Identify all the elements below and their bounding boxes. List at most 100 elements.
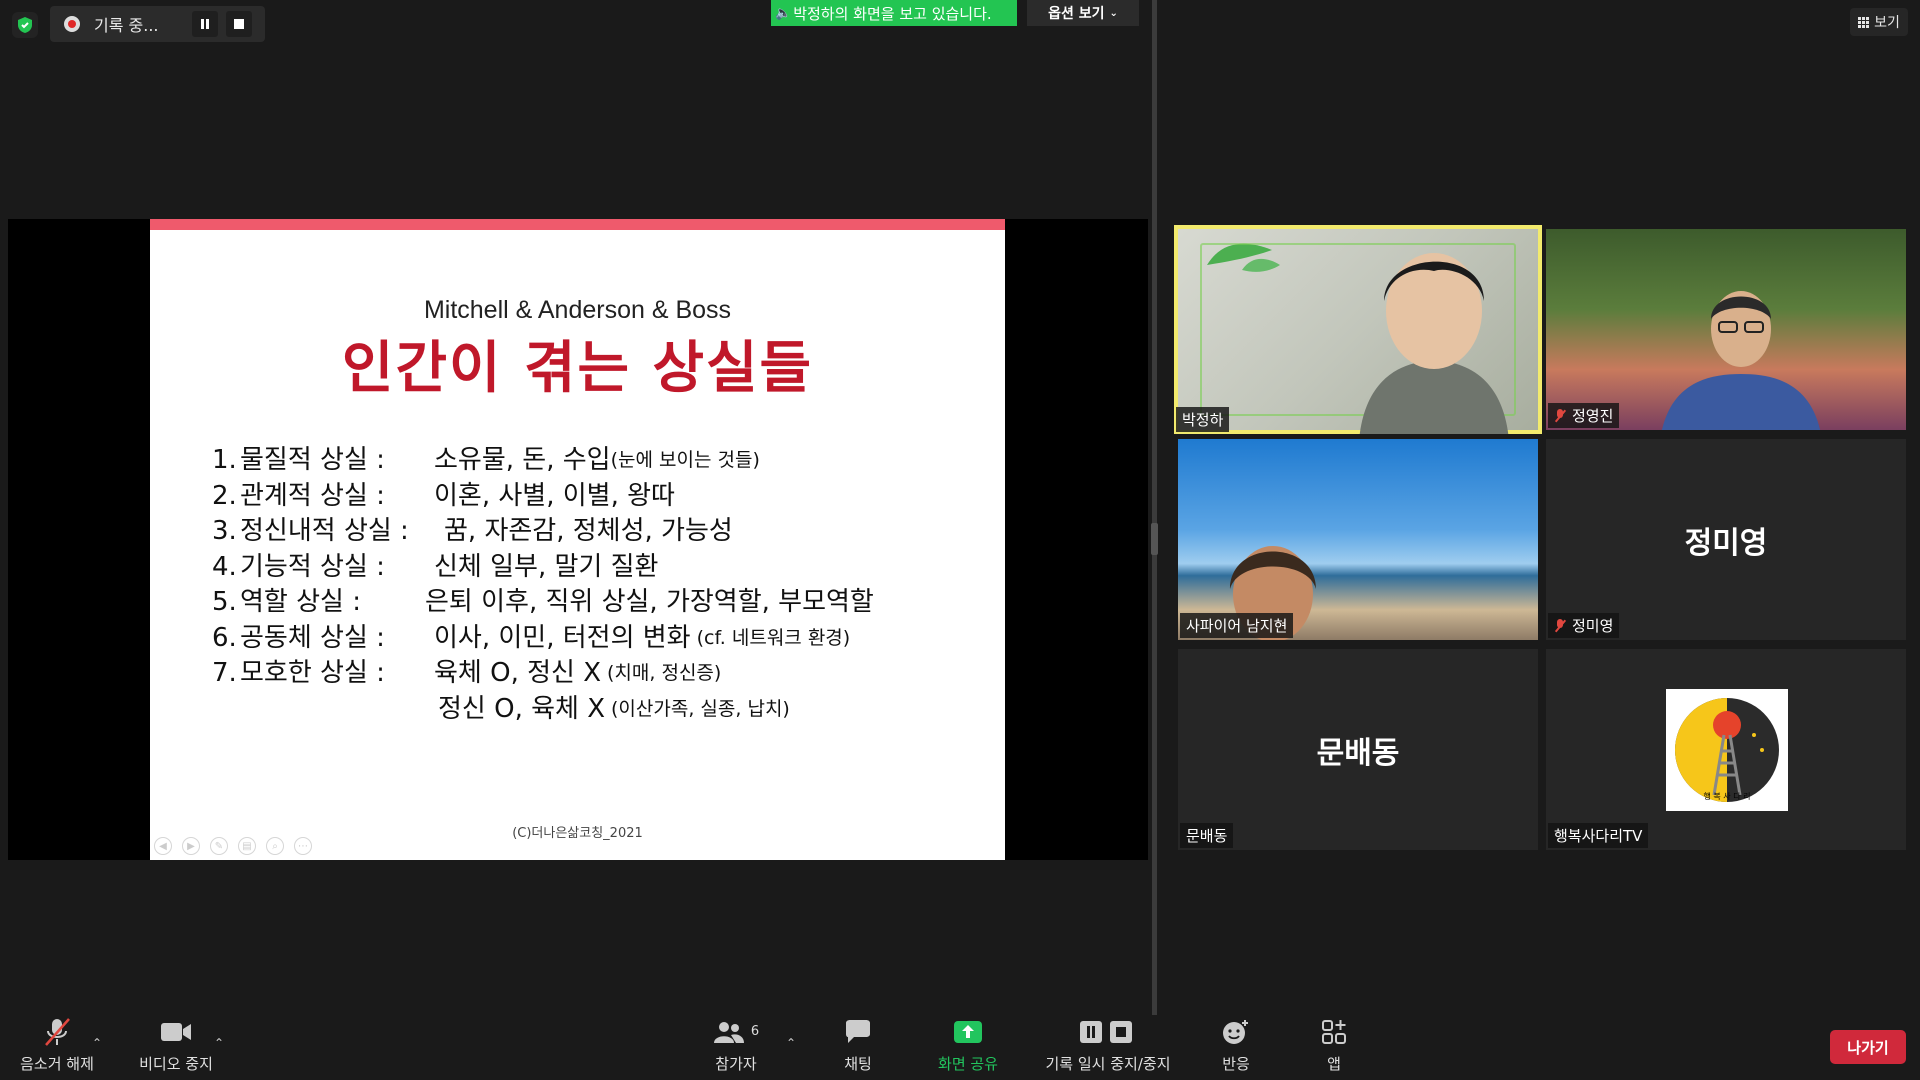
unmute-label: 음소거 해제	[20, 1055, 94, 1073]
slide-title: 인간이 겪는 상실들	[341, 336, 814, 401]
item-body: 이혼, 사별, 이별, 왕따	[434, 480, 675, 511]
pause-recording-button[interactable]	[192, 11, 218, 37]
meeting-toolbar: 음소거 해제 ⌃ 비디오 중지 ⌃ 6 참가자 ⌃ 채팅 화면 공유 기록 일시…	[0, 1016, 1920, 1080]
participant-tile[interactable]: 정영진	[1546, 229, 1906, 430]
audio-options-caret-icon[interactable]: ⌃	[92, 1036, 102, 1050]
chat-bubble-icon	[844, 1016, 872, 1047]
participant-name-label: 문배동	[1180, 823, 1234, 848]
participant-name-label: 행복사다리TV	[1548, 823, 1649, 848]
item-note: (이산가족, 실종, 납치)	[611, 697, 790, 720]
view-button-label: 보기	[1874, 15, 1900, 31]
participant-name-label: 정미영	[1548, 613, 1620, 638]
list-item-continuation: 정신 O, 육체 X (이산가족, 실종, 납치)	[212, 692, 874, 728]
stop-video-button[interactable]: 비디오 중지	[133, 1016, 219, 1080]
mic-muted-icon	[1554, 408, 1566, 423]
participants-icon: 6	[713, 1016, 759, 1047]
slide-loss-list: 1. 물질적 상실 : 소유물, 돈, 수입 (눈에 보이는 것들) 2. 관계…	[212, 443, 874, 727]
participant-tile[interactable]: 행 복 사 다 리 행복사다리TV	[1546, 649, 1906, 850]
item-body: 신체 일부, 말기 질환	[434, 551, 659, 582]
stop-recording-button[interactable]	[226, 11, 252, 37]
chat-label: 채팅	[844, 1055, 872, 1073]
zoom-icon[interactable]: ⌕	[266, 837, 284, 855]
smiley-plus-icon	[1221, 1016, 1251, 1047]
slide-subtitle: Mitchell & Anderson & Boss	[423, 296, 732, 324]
item-heading: 모호한 상실 :	[240, 658, 385, 688]
recording-indicator: 기록 중...	[50, 6, 265, 42]
apps-button[interactable]: 앱	[1318, 1016, 1350, 1080]
grid-icon	[1858, 16, 1870, 28]
item-body: 소유물, 돈, 수입	[434, 445, 611, 475]
share-screen-button[interactable]: 화면 공유	[930, 1016, 1006, 1080]
list-item: 6. 공동체 상실 : 이사, 이민, 터전의 변화 (cf. 네트워크 환경)	[212, 621, 874, 657]
pause-stop-recording-button[interactable]: 기록 일시 중지/중지	[1038, 1016, 1178, 1080]
item-note: (눈에 보이는 것들)	[610, 449, 760, 471]
sun-ladder-logo-icon: 행 복 사 다 리	[1675, 698, 1779, 802]
apps-label: 앱	[1327, 1055, 1341, 1073]
slides-icon[interactable]: ▤	[238, 837, 256, 855]
item-body: 육체 O, 정신 X	[434, 658, 602, 688]
next-slide-icon[interactable]: ▶	[182, 837, 200, 855]
presentation-slide: Mitchell & Anderson & Boss 인간이 겪는 상실들 1.…	[150, 219, 1005, 860]
list-item: 7. 모호한 상실 : 육체 O, 정신 X (치매, 정신증)	[212, 656, 874, 692]
item-heading: 공동체 상실 :	[240, 622, 385, 653]
participant-tile[interactable]: 박정하	[1174, 225, 1542, 434]
security-shield-icon[interactable]	[12, 12, 38, 38]
pen-icon[interactable]: ✎	[210, 837, 228, 855]
participant-video	[1359, 253, 1509, 434]
divider-drag-handle[interactable]	[1151, 523, 1158, 555]
unmute-button[interactable]: 음소거 해제	[14, 1016, 100, 1080]
leave-meeting-button[interactable]: 나가기	[1830, 1030, 1906, 1064]
share-screen-label: 화면 공유	[938, 1055, 998, 1073]
participant-tile[interactable]: 정미영 정미영	[1546, 439, 1906, 640]
video-camera-icon	[160, 1016, 192, 1047]
viewing-share-banner: 🔈 박정하의 화면을 보고 있습니다.	[771, 0, 1017, 26]
list-item: 4. 기능적 상실 : 신체 일부, 말기 질환	[212, 550, 874, 586]
channel-logo: 행 복 사 다 리	[1666, 689, 1788, 811]
participant-display-name: 문배동	[1316, 735, 1400, 771]
item-note: (치매, 정신증)	[607, 662, 722, 684]
item-heading: 정신내적 상실 :	[240, 516, 409, 546]
participant-name-label: 정영진	[1548, 403, 1620, 428]
item-body: 꿈, 자존감, 정체성, 가능성	[444, 516, 733, 546]
list-item: 2. 관계적 상실 : 이혼, 사별, 이별, 왕따	[212, 479, 874, 515]
view-options-button[interactable]: 옵션 보기 ⌄	[1027, 0, 1139, 26]
record-dot-icon	[64, 16, 80, 32]
video-options-caret-icon[interactable]: ⌃	[214, 1036, 224, 1050]
more-icon[interactable]: ⋯	[294, 837, 312, 855]
list-item: 3. 정신내적 상실 : 꿈, 자존감, 정체성, 가능성	[212, 514, 874, 550]
gallery-view-button[interactable]: 보기	[1850, 8, 1908, 36]
item-number: 6.	[212, 622, 237, 653]
stop-icon	[234, 19, 244, 29]
apps-icon	[1321, 1016, 1347, 1047]
item-body: 정신 O, 육체 X	[438, 693, 606, 724]
participants-button[interactable]: 6 참가자	[700, 1016, 772, 1080]
item-number: 5.	[212, 587, 237, 617]
chat-button[interactable]: 채팅	[832, 1016, 884, 1080]
participant-tile[interactable]: 사파이어 남지현	[1178, 439, 1538, 640]
share-screen-icon	[953, 1016, 983, 1047]
participants-options-caret-icon[interactable]: ⌃	[786, 1036, 796, 1050]
pause-icon	[201, 19, 209, 29]
list-item: 1. 물질적 상실 : 소유물, 돈, 수입 (눈에 보이는 것들)	[212, 443, 874, 479]
item-number: 3.	[212, 516, 237, 546]
participant-tile[interactable]: 문배동 문배동	[1178, 649, 1538, 850]
item-heading: 기능적 상실 :	[240, 551, 385, 582]
chevron-down-icon: ⌄	[1109, 7, 1118, 19]
item-number: 4.	[212, 551, 237, 582]
list-item: 5. 역할 상실 : 은퇴 이후, 직위 상실, 가장역할, 부모역할	[212, 585, 874, 621]
split-divider[interactable]	[1152, 0, 1157, 1015]
item-note: (cf. 네트워크 환경)	[696, 626, 851, 649]
participant-name-label: 박정하	[1176, 407, 1230, 432]
prev-slide-icon[interactable]: ◀	[154, 837, 172, 855]
mic-muted-icon	[43, 1016, 71, 1047]
zoom-meeting-window: 기록 중... 🔈 박정하의 화면을 보고 있습니다. 옵션 보기 ⌄ 보기 M…	[0, 0, 1920, 1080]
item-heading: 역할 상실 :	[240, 587, 361, 617]
svg-text:행 복 사 다 리: 행 복 사 다 리	[1704, 791, 1751, 801]
participants-label: 참가자	[715, 1055, 757, 1073]
item-body: 이사, 이민, 터전의 변화	[434, 622, 691, 653]
reactions-button[interactable]: 반응	[1214, 1016, 1258, 1080]
item-body: 은퇴 이후, 직위 상실, 가장역할, 부모역할	[425, 587, 874, 617]
participants-count: 6	[750, 1024, 760, 1039]
mic-muted-icon	[1554, 618, 1566, 633]
participant-name-label: 사파이어 남지현	[1180, 613, 1294, 638]
